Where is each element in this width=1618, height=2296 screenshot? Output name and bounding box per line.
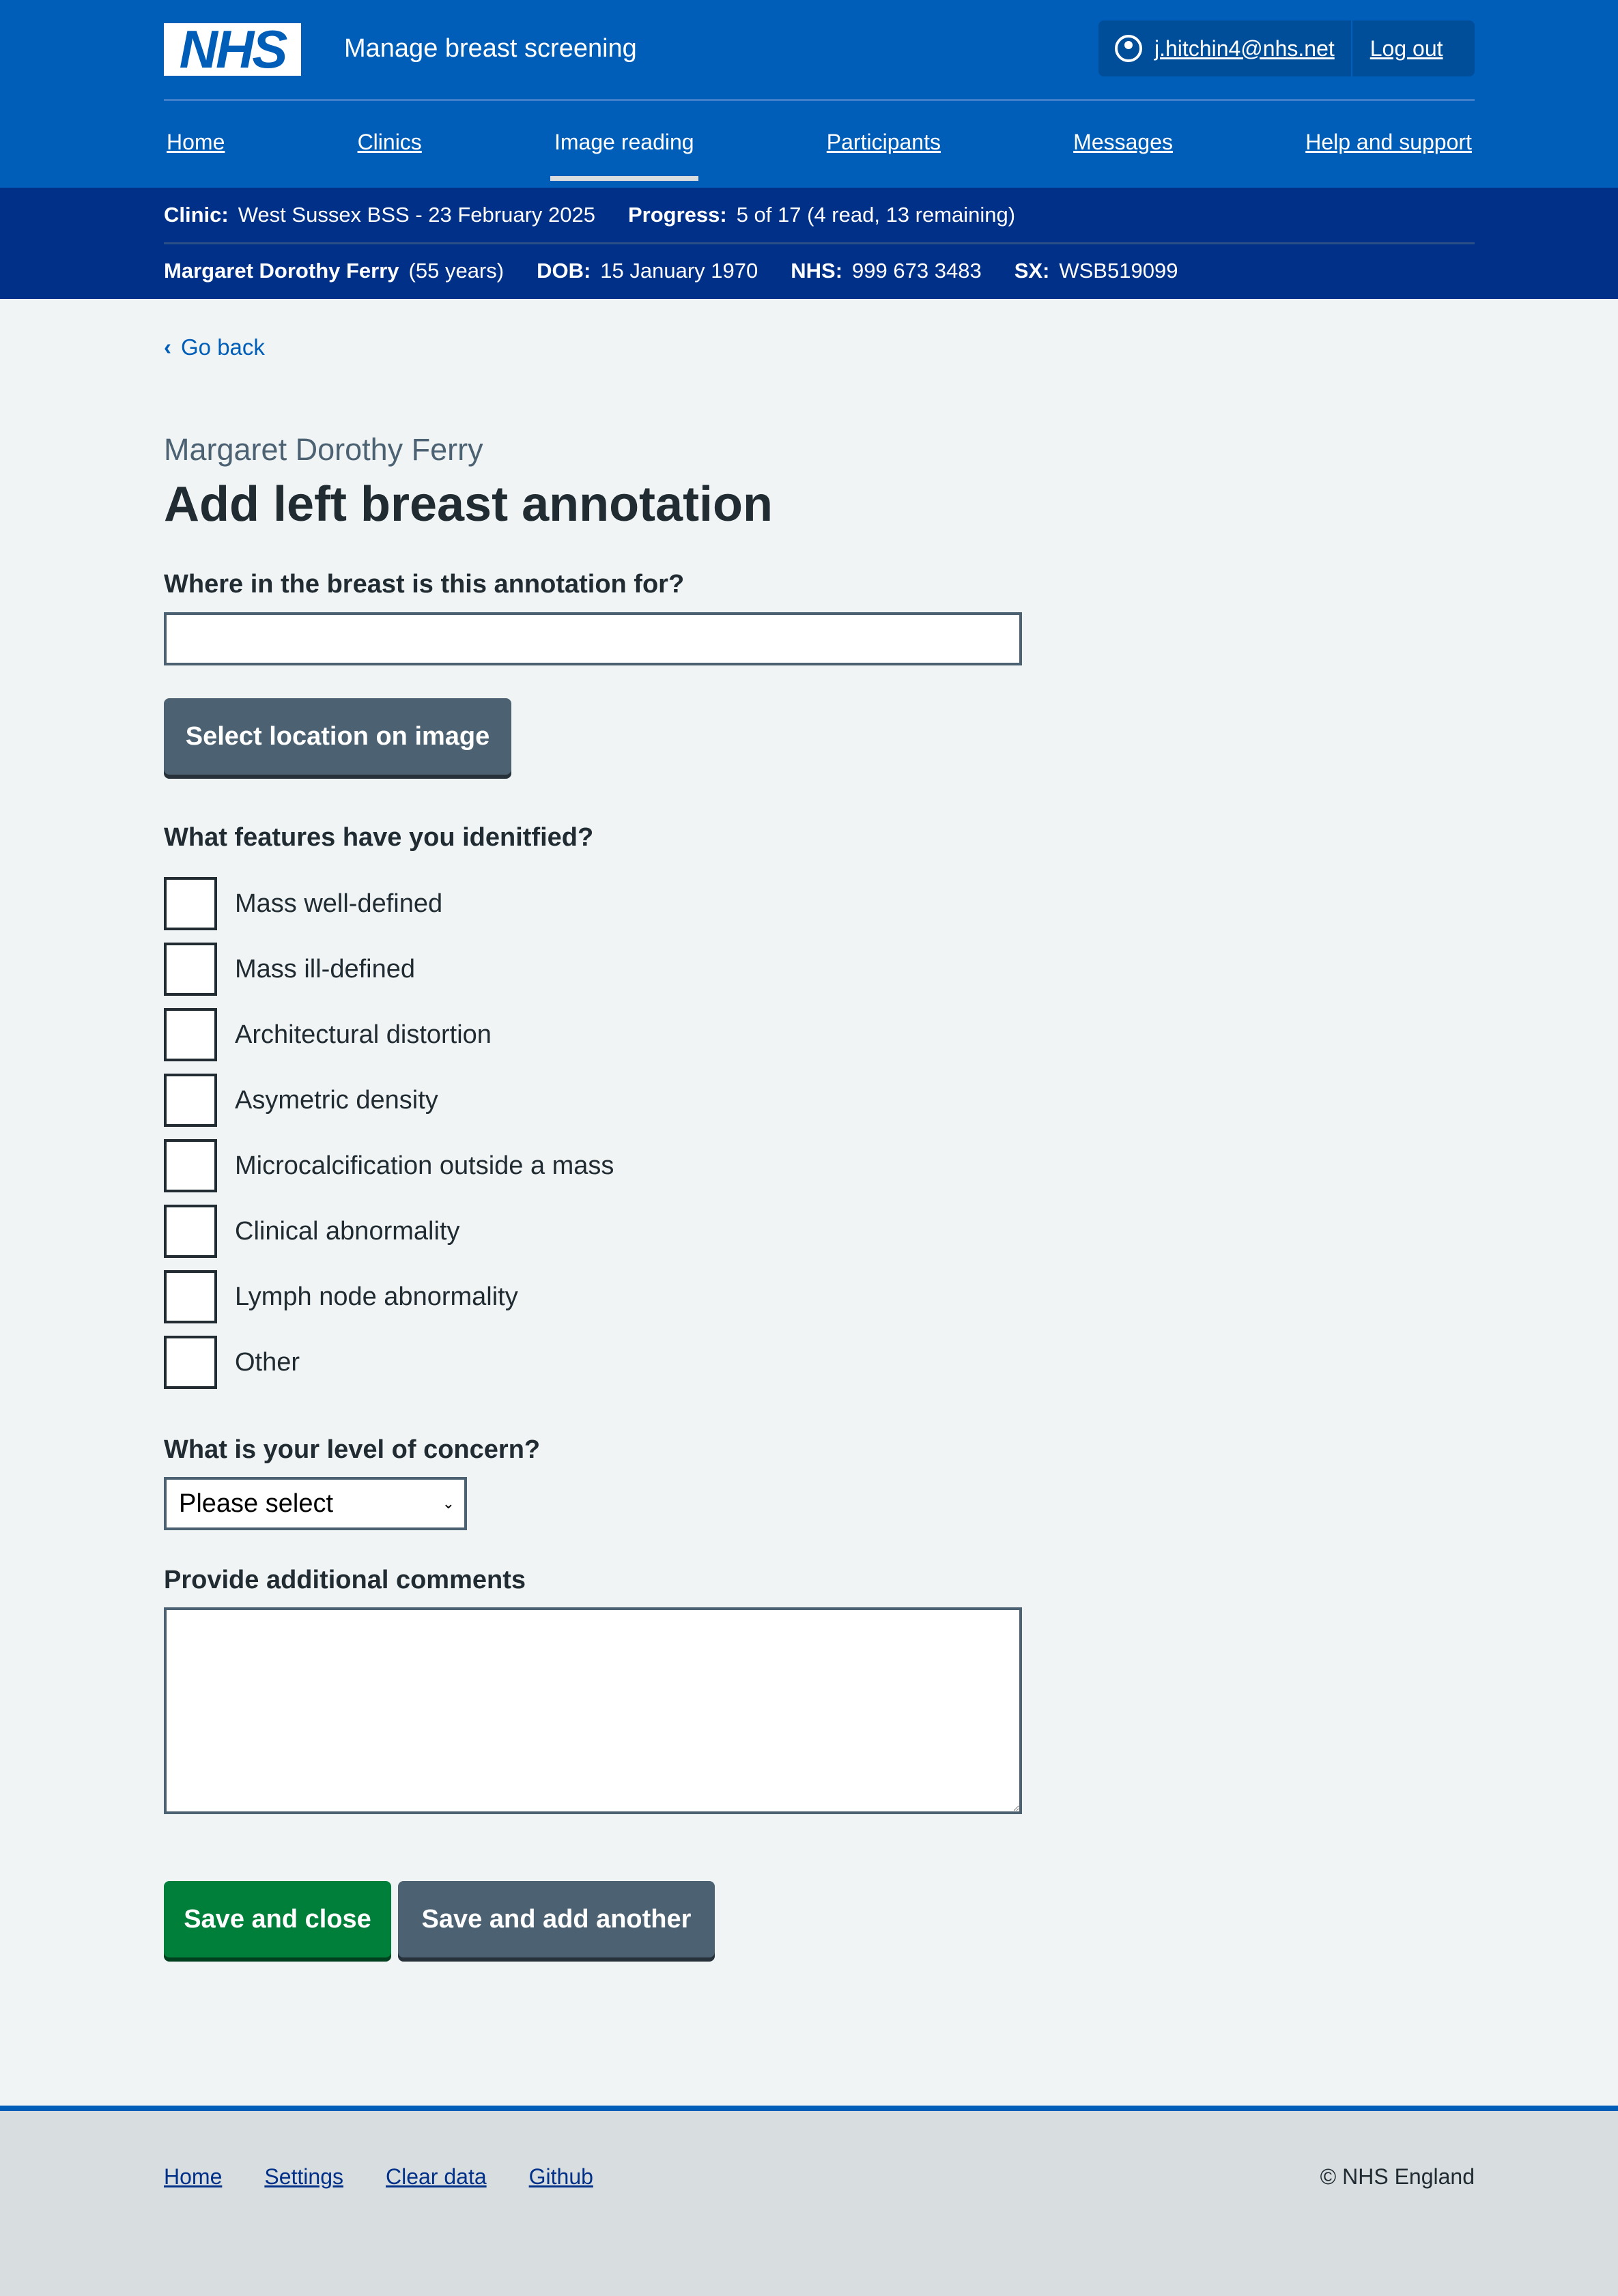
clinic-value: West Sussex BSS - 23 February 2025 — [238, 203, 595, 227]
sx-label: SX: — [1014, 259, 1050, 283]
save-and-close-button[interactable]: Save and close — [164, 1881, 391, 1957]
nav-home[interactable]: Home — [164, 130, 227, 155]
header-divider — [164, 99, 1475, 101]
clinic-label: Clinic: — [164, 203, 229, 227]
checkbox-item[interactable]: Asymetric density — [164, 1074, 438, 1127]
account-box: j.hitchin4@nhs.net Log out — [1098, 20, 1475, 76]
footer-clear-data-link[interactable]: Clear data — [386, 2164, 487, 2190]
location-input[interactable] — [164, 612, 1022, 665]
checkbox-item[interactable]: Mass well-defined — [164, 877, 442, 930]
footer-settings-link[interactable]: Settings — [264, 2164, 343, 2190]
main-nav: Home Clinics Image reading Participants … — [164, 130, 1475, 181]
copyright: © NHS England — [1320, 2164, 1475, 2189]
checkbox-item[interactable]: Microcalcification outside a mass — [164, 1139, 614, 1192]
context-divider — [164, 242, 1475, 244]
participant-name: Margaret Dorothy Ferry — [164, 259, 399, 283]
user-email-link[interactable]: j.hitchin4@nhs.net — [1154, 36, 1335, 61]
footer-github-link[interactable]: Github — [529, 2164, 593, 2190]
chevron-left-icon: ‹ — [164, 334, 171, 360]
nhs-value: 999 673 3483 — [852, 259, 982, 283]
checkbox[interactable] — [164, 877, 217, 930]
footer-home-link[interactable]: Home — [164, 2164, 222, 2190]
features-label: What features have you idenitfied? — [164, 823, 594, 852]
user-icon — [1115, 35, 1142, 62]
checkbox[interactable] — [164, 1205, 217, 1258]
checkbox[interactable] — [164, 943, 217, 996]
header: NHS Manage breast screening j.hitchin4@n… — [0, 0, 1618, 188]
dob-value: 15 January 1970 — [600, 259, 758, 283]
page-title: Add left breast annotation — [164, 477, 773, 532]
checkbox[interactable] — [164, 1270, 217, 1323]
context-bar: Clinic: West Sussex BSS - 23 February 202… — [0, 188, 1618, 299]
sx-value: WSB519099 — [1059, 259, 1178, 283]
chevron-down-icon: ⌄ — [442, 1495, 455, 1512]
checkbox-item[interactable]: Other — [164, 1336, 300, 1389]
nhs-label: NHS: — [791, 259, 843, 283]
checkbox-item[interactable]: Mass ill-defined — [164, 943, 415, 996]
progress-label: Progress: — [627, 203, 727, 227]
comments-label: Provide additional comments — [164, 1566, 526, 1594]
logout-link[interactable]: Log out — [1370, 36, 1443, 61]
footer: Home Settings Clear data Github © NHS En… — [0, 2106, 1618, 2296]
checkbox[interactable] — [164, 1336, 217, 1389]
comments-textarea[interactable] — [164, 1607, 1022, 1814]
nav-clinics[interactable]: Clinics — [355, 130, 425, 155]
nav-help[interactable]: Help and support — [1303, 130, 1475, 155]
select-location-button[interactable]: Select location on image — [164, 698, 511, 775]
checkbox-item[interactable]: Clinical abnormality — [164, 1205, 459, 1258]
concern-label: What is your level of concern? — [164, 1435, 541, 1464]
page-caption: Margaret Dorothy Ferry — [164, 432, 483, 467]
checkbox[interactable] — [164, 1008, 217, 1061]
checkbox[interactable] — [164, 1139, 217, 1192]
nav-image-reading[interactable]: Image reading — [550, 130, 698, 181]
participant-age: (55 years) — [408, 259, 505, 283]
nav-participants[interactable]: Participants — [824, 130, 943, 155]
checkbox[interactable] — [164, 1074, 217, 1127]
concern-select[interactable]: Please select ⌄ — [164, 1477, 467, 1530]
save-and-add-another-button[interactable]: Save and add another — [398, 1881, 715, 1957]
nav-messages[interactable]: Messages — [1070, 130, 1176, 155]
service-name[interactable]: Manage breast screening — [344, 34, 637, 63]
checkbox-item[interactable]: Lymph node abnormality — [164, 1270, 518, 1323]
dob-label: DOB: — [537, 259, 591, 283]
checkbox-item[interactable]: Architectural distortion — [164, 1008, 492, 1061]
progress-value: 5 of 17 (4 read, 13 remaining) — [736, 203, 1016, 227]
go-back-link[interactable]: ‹ Go back — [164, 334, 265, 360]
location-label: Where in the breast is this annotation f… — [164, 570, 685, 599]
nhs-logo[interactable]: NHS — [164, 23, 301, 76]
